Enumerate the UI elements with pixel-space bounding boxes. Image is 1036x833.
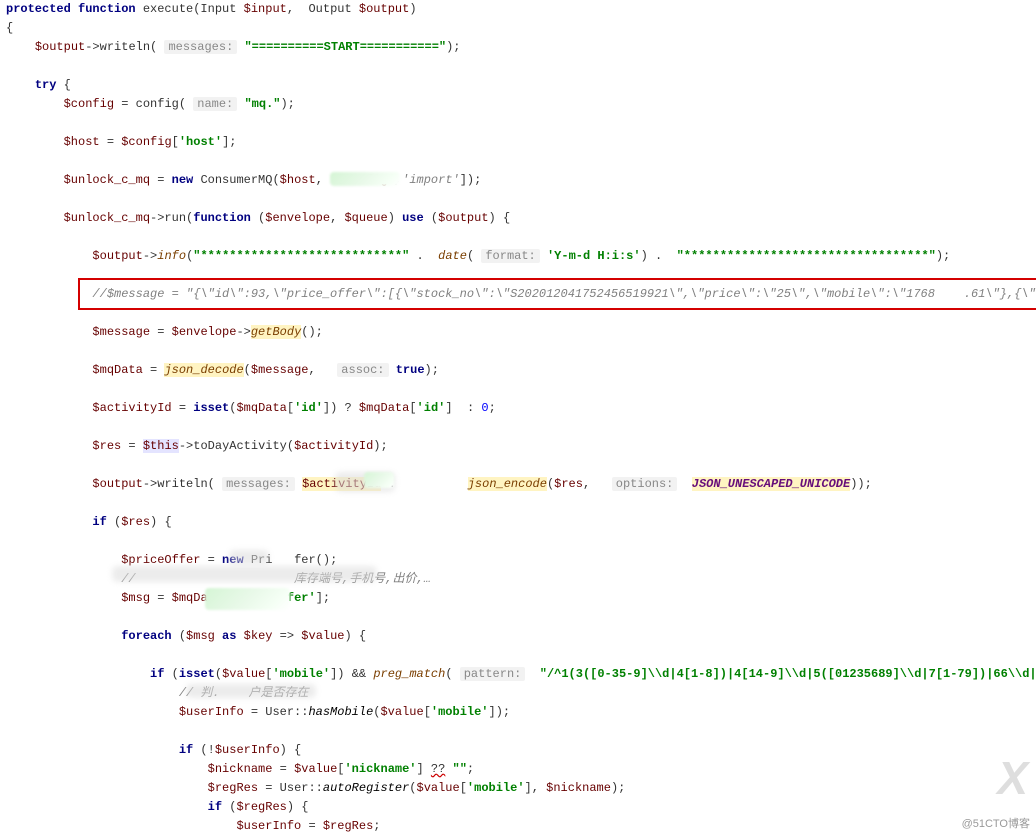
censor-smudge <box>186 684 316 698</box>
censor-smudge <box>112 566 377 582</box>
censor-smudge <box>330 172 400 186</box>
censor-smudge <box>229 550 269 564</box>
watermark-icon: X <box>997 751 1026 805</box>
highlight-rect <box>78 278 1036 310</box>
censor-smudge <box>205 588 290 610</box>
code-block: protected function execute(Input $input,… <box>0 0 1036 833</box>
censor-smudge <box>364 472 394 488</box>
footer-watermark: @51CTO博客 <box>962 815 1030 831</box>
